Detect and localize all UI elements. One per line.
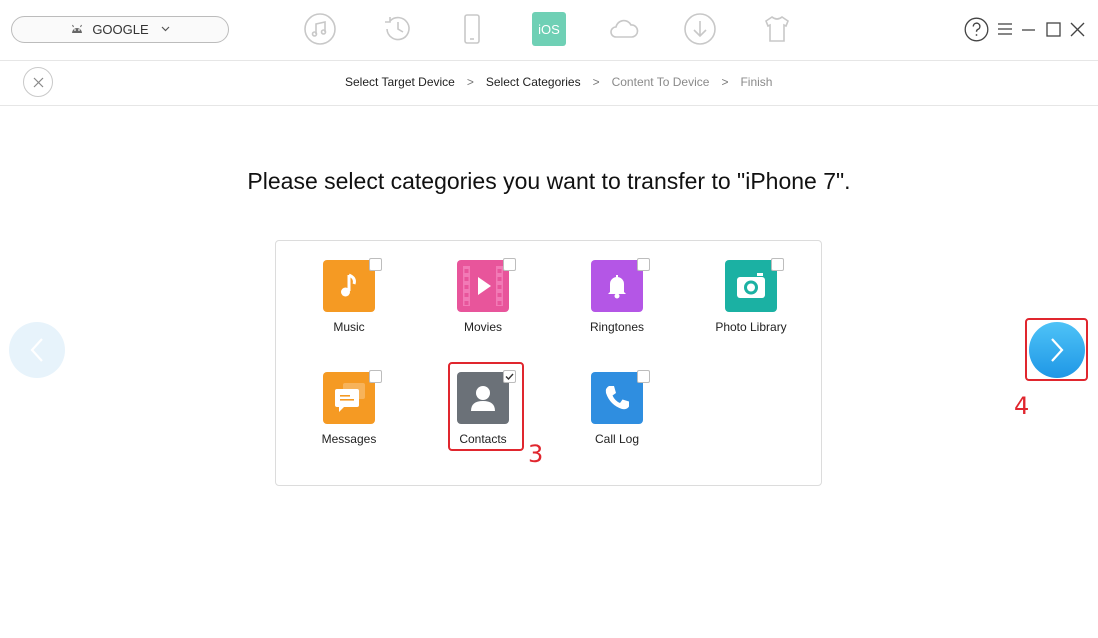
step-finish: Finish — [740, 75, 773, 89]
category-label: Music — [333, 320, 365, 334]
checkbox-photo-library[interactable] — [771, 258, 784, 271]
close-window-icon[interactable] — [1070, 22, 1085, 37]
maximize-icon[interactable] — [1046, 22, 1061, 37]
category-label: Messages — [321, 432, 377, 446]
checkbox-music[interactable] — [369, 258, 382, 271]
category-photo-library[interactable]: Photo Library — [701, 260, 801, 334]
close-icon — [33, 77, 43, 87]
film-icon — [457, 260, 509, 312]
ios-label: iOS — [538, 21, 560, 37]
category-music[interactable]: Music — [299, 260, 399, 334]
category-call-log[interactable]: Call Log — [567, 372, 667, 446]
message-icon — [323, 372, 375, 424]
help-icon[interactable] — [964, 17, 989, 42]
previous-button[interactable] — [9, 322, 65, 378]
music-icon[interactable] — [303, 12, 337, 46]
download-icon[interactable] — [683, 12, 717, 46]
categories-panel: Music Movies Ringtones Photo Library Mes… — [275, 240, 822, 486]
chevron-down-icon — [161, 24, 170, 35]
checkbox-messages[interactable] — [369, 370, 382, 383]
category-label: Movies — [463, 320, 502, 334]
checkbox-call-log[interactable] — [637, 370, 650, 383]
menu-icon[interactable] — [997, 22, 1013, 36]
phone-call-icon — [591, 372, 643, 424]
chevron-left-icon — [30, 338, 43, 362]
top-toolbar: GOOGLE iOS — [0, 0, 1098, 61]
next-button[interactable] — [1029, 322, 1085, 378]
step-select-categories: Select Categories — [485, 75, 581, 89]
step-separator: > — [592, 75, 600, 89]
step-callout-4: 4 — [1014, 392, 1030, 420]
category-ringtones[interactable]: Ringtones — [567, 260, 667, 334]
step-bar: Select Target Device > Select Categories… — [0, 61, 1098, 106]
step-callout-3: 3 — [528, 440, 544, 468]
minimize-icon[interactable] — [1021, 22, 1036, 37]
device-name: GOOGLE — [92, 22, 149, 37]
phone-icon[interactable] — [455, 12, 489, 46]
android-icon — [70, 22, 84, 37]
cloud-icon[interactable] — [607, 12, 641, 46]
close-button[interactable] — [23, 67, 53, 97]
camera-icon — [725, 260, 777, 312]
step-content-to-device: Content To Device — [611, 75, 710, 89]
step-select-target-device: Select Target Device — [345, 75, 455, 89]
category-label: Ringtones — [589, 320, 645, 334]
page-title: Please select categories you want to tra… — [247, 168, 851, 194]
history-icon[interactable] — [381, 12, 415, 46]
bell-icon — [591, 260, 643, 312]
step-separator: > — [721, 75, 729, 89]
category-movies[interactable]: Movies — [433, 260, 533, 334]
checkbox-ringtones[interactable] — [637, 258, 650, 271]
breadcrumb: Select Target Device > Select Categories… — [345, 75, 772, 89]
step-separator: > — [466, 75, 474, 89]
category-label: Photo Library — [715, 320, 787, 334]
tshirt-icon[interactable] — [760, 12, 794, 46]
chevron-right-icon — [1051, 338, 1064, 362]
category-messages[interactable]: Messages — [299, 372, 399, 446]
contacts-highlight — [448, 362, 524, 451]
ios-icon[interactable]: iOS — [532, 12, 566, 46]
category-label: Call Log — [594, 432, 640, 446]
checkbox-movies[interactable] — [503, 258, 516, 271]
music-note-icon — [323, 260, 375, 312]
device-selector[interactable]: GOOGLE — [11, 16, 229, 43]
